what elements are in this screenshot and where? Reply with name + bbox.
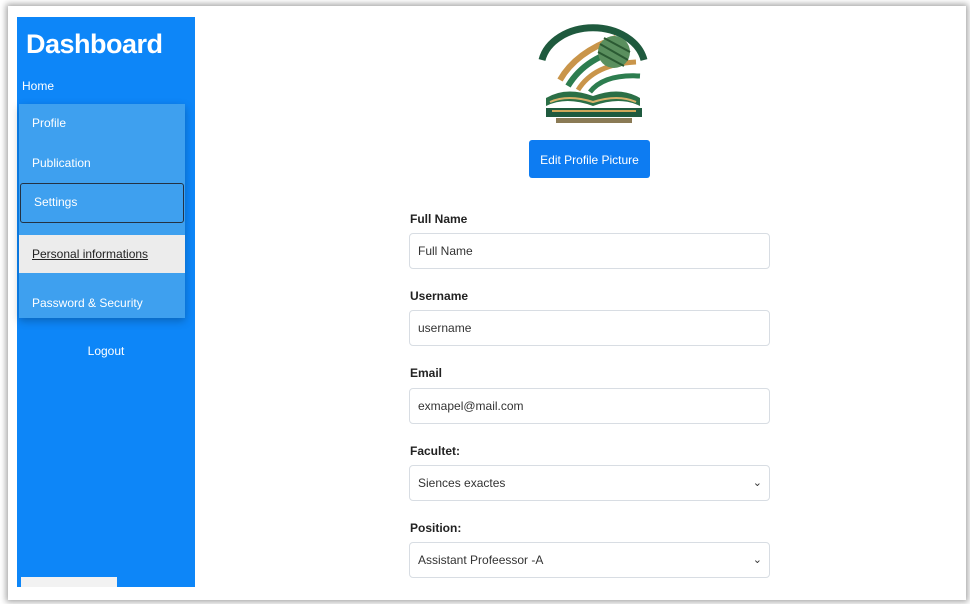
full-name-label: Full Name bbox=[410, 212, 468, 226]
sidebar-brand: Dashboard bbox=[26, 29, 163, 59]
sidebar: Dashboard Home Profile Publication Setti… bbox=[17, 17, 195, 587]
username-label: Username bbox=[410, 289, 469, 303]
university-book-logo-icon bbox=[532, 22, 654, 126]
logout-link[interactable]: Logout bbox=[17, 344, 195, 358]
email-input[interactable]: exmapel@mail.com bbox=[409, 388, 770, 424]
position-label: Position: bbox=[410, 521, 462, 535]
email-label: Email bbox=[410, 366, 443, 380]
position-select[interactable]: Assistant Profeessor -A ⌄ bbox=[409, 542, 770, 578]
username-input[interactable]: username bbox=[409, 310, 770, 346]
sidebar-item-password-security[interactable]: Password & Security bbox=[19, 284, 185, 322]
sidebar-bottom-tab bbox=[21, 577, 117, 587]
sidebar-item-publication[interactable]: Publication bbox=[19, 144, 185, 182]
facultet-select[interactable]: Siences exactes ⌄ bbox=[409, 465, 770, 501]
facultet-selected-value: Siences exactes bbox=[418, 476, 506, 490]
sidebar-submenu: Profile Publication Settings Personal in… bbox=[19, 104, 185, 318]
full-name-input[interactable]: Full Name bbox=[409, 233, 770, 269]
sidebar-item-settings[interactable]: Settings bbox=[20, 183, 184, 223]
sidebar-item-personal-informations[interactable]: Personal informations bbox=[19, 235, 185, 273]
position-selected-value: Assistant Profeessor -A bbox=[418, 553, 544, 567]
facultet-label: Facultet: bbox=[410, 444, 461, 458]
chevron-down-icon: ⌄ bbox=[752, 477, 762, 489]
sidebar-item-profile[interactable]: Profile bbox=[19, 104, 185, 142]
edit-profile-picture-button[interactable]: Edit Profile Picture bbox=[529, 140, 650, 178]
sidebar-item-home[interactable]: Home bbox=[22, 79, 54, 93]
chevron-down-icon: ⌄ bbox=[752, 554, 762, 566]
